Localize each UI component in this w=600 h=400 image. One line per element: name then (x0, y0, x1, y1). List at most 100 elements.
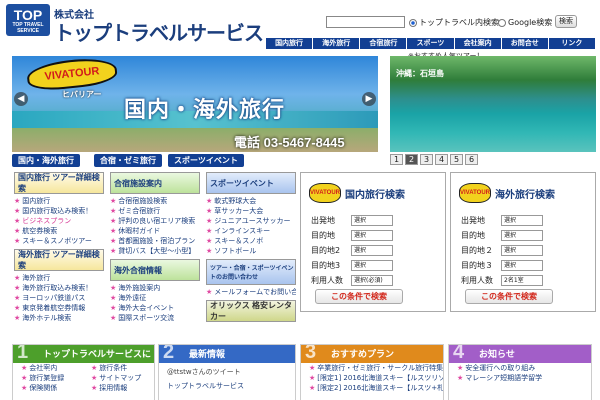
overseas-search-box: VIVATOUR 海外旅行検索 出発地 選択 目的地 選択 目的地２ 選択 目的地３ 選択… (450, 172, 596, 312)
list-item[interactable]: ★ 海外旅行取込み検索！ (14, 283, 104, 293)
list-item[interactable]: ★ 海外旅行 (14, 273, 104, 283)
category-tabs: 国内・海外旅行 合宿・ゼミ旅行 スポーツイベント (12, 154, 244, 167)
nav-links[interactable]: リンク (548, 38, 596, 49)
people-select[interactable]: 選択(必須) (351, 275, 393, 286)
list-item[interactable]: ★ 海外大会イベント (110, 303, 200, 313)
list-item[interactable]: ★ 採用情報 (83, 383, 153, 393)
list-item[interactable]: ★ 旅行条件 (83, 363, 153, 373)
tab-sports[interactable]: スポーツイベント (168, 154, 244, 167)
list-item[interactable]: ★ 首都圏施設・宿泊プラン (110, 236, 200, 246)
list-item[interactable]: ★ ビジネスプラン (14, 216, 104, 226)
search-button[interactable]: 検索 (555, 15, 577, 28)
pager-5[interactable]: 5 (450, 154, 463, 165)
list-item[interactable]: ★ 合宿宿施設検索 (110, 196, 200, 206)
nav-company[interactable]: 会社案内 (454, 38, 502, 49)
side-photo[interactable]: 沖縄：石垣島 (390, 56, 596, 152)
list-item[interactable]: ★ 海外施設案内 (110, 283, 200, 293)
sports-column: スポーツイベント ★ 軟式野球大会 ★ 草サッカー大会 ★ ジュニアユースサッカー ★… (206, 172, 296, 324)
overseas-search-button[interactable]: この条件で検索 (465, 289, 553, 304)
destination2-select[interactable]: 選択 (501, 245, 543, 256)
pager-3[interactable]: 3 (420, 154, 433, 165)
destination-select[interactable]: 選択 (501, 230, 543, 241)
list-item[interactable]: ★ 草サッカー大会 (206, 206, 296, 216)
list-item[interactable]: ★ 安全運行への取り組み (449, 363, 591, 373)
departure-select[interactable]: 選択 (351, 215, 393, 226)
list-item[interactable]: ★ 貸切バス【大型〜小型】 (110, 246, 200, 256)
news-panel: 2 最新情報 @ttstwさんのツイート トップトラベルサービス (158, 344, 296, 400)
recommend-panel-header: 3 おすすめプラン (301, 345, 443, 363)
pager-6[interactable]: 6 (465, 154, 478, 165)
camp-facility-badge[interactable]: 合宿施設案内 (110, 172, 200, 194)
tab-camp[interactable]: 合宿・ゼミ旅行 (94, 154, 162, 167)
list-item[interactable]: ★ マレーシア短期語学留学 (449, 373, 591, 383)
list-item[interactable]: ★ スキー＆スノボ (206, 236, 296, 246)
overseas-camp-badge[interactable]: 海外合宿情報 (110, 259, 200, 281)
hero-banner[interactable]: VIVATOUR ヒバリアー 国内・海外旅行 電話 03-5467-8445 ◀… (12, 56, 378, 152)
brand-title[interactable]: トップトラベルサービス (54, 17, 264, 46)
list-item[interactable]: ★ 卒業旅行・ゼミ旅行・サークル旅行特集 (301, 363, 443, 373)
list-item[interactable]: ★ ゼミ合宿旅行 (110, 206, 200, 216)
tweet-account[interactable]: トップトラベルサービス (159, 381, 295, 391)
list-item[interactable]: ★ ヨーロッパ鉄道パス (14, 293, 104, 303)
destination-select[interactable]: 選択 (351, 230, 393, 241)
list-item[interactable]: ★ 航空券検索 (14, 226, 104, 236)
radio-google-search[interactable]: Google検索 (498, 17, 552, 28)
recommend-panel: 3 おすすめプラン ★ 卒業旅行・ゼミ旅行・サークル旅行特集 ★ [限定1] 2016… (300, 344, 444, 400)
list-item[interactable]: ★ ソフトボール (206, 246, 296, 256)
pager-4[interactable]: 4 (435, 154, 448, 165)
page: TOP TOP TRAVEL SERVICE 株式会社 トップトラベルサービス ト… (0, 0, 600, 400)
vivatour-mini-logo: VIVATOUR (459, 183, 491, 203)
people-select[interactable]: 2名1室 (501, 275, 543, 286)
nav-domestic[interactable]: 国内旅行 (266, 38, 314, 49)
list-item[interactable]: ★ 国内旅行取込み検索！ (14, 206, 104, 216)
pager-1[interactable]: 1 (390, 154, 403, 165)
list-item[interactable]: ★ 軟式野球大会 (206, 196, 296, 206)
list-item[interactable]: ★ 国際スポーツ交流 (110, 313, 200, 323)
next-arrow-icon[interactable]: ▶ (362, 92, 376, 106)
list-item[interactable]: ★ 評判の良い宿エリア検索 (110, 216, 200, 226)
contact-badge[interactable]: ツアー・合宿・スポーツイベントのお問い合わせ (206, 259, 296, 285)
departure-select[interactable]: 選択 (501, 215, 543, 226)
pager-2[interactable]: 2 (405, 154, 418, 165)
tab-travel[interactable]: 国内・海外旅行 (12, 154, 80, 167)
destination3-select[interactable]: 選択 (501, 260, 543, 271)
nav-contact[interactable]: お問合せ (501, 38, 549, 49)
list-item[interactable]: ★ 海外ホテル検索 (14, 313, 104, 323)
list-item[interactable]: ★ サイトマップ (83, 373, 153, 383)
search-input[interactable] (326, 16, 405, 28)
hero-tagline: 国内・海外旅行 (124, 97, 286, 122)
nav-overseas[interactable]: 海外旅行 (313, 38, 361, 49)
global-nav: 国内旅行 海外旅行 合宿旅行 スポーツ 会社案内 お問合せ リンク (266, 38, 596, 49)
nav-sports[interactable]: スポーツ (407, 38, 455, 49)
list-item[interactable]: ★ 保険関係 (13, 383, 83, 393)
list-item[interactable]: ★ インラインスキー (206, 226, 296, 236)
domestic-detail-badge[interactable]: 国内旅行 ツアー詳細検索 (14, 172, 104, 194)
list-item[interactable]: ★ 国内旅行 (14, 196, 104, 206)
slide-pager: 1 2 3 4 5 6 (390, 154, 478, 165)
domestic-search-button[interactable]: この条件で検索 (315, 289, 403, 304)
list-item[interactable]: ★メールフォームでお問い合わせ！ (206, 287, 296, 297)
radio-site-search[interactable]: トップトラベル内検索 (409, 17, 499, 28)
destination2-select[interactable]: 選択 (351, 245, 393, 256)
prev-arrow-icon[interactable]: ◀ (14, 92, 28, 106)
rental-car-badge[interactable]: オリックス 格安レンタカー (206, 300, 296, 322)
list-item[interactable]: ★ ジュニアユースサッカー (206, 216, 296, 226)
list-item[interactable]: ★[限定2] 2016北海道スキー【ルスツ+札幌】 (301, 383, 443, 393)
list-item[interactable]: ★ スキー＆スノボツアー (14, 236, 104, 246)
list-item[interactable]: ★[限定1] 2016北海道スキー【ルスツリゾート学生限定】 (301, 373, 443, 383)
domestic-search-box: VIVATOUR 国内旅行検索 出発地 選択 目的地 選択 目的地2 選択 目的地3 選択… (300, 172, 446, 312)
company-logo[interactable]: TOP TOP TRAVEL SERVICE (6, 4, 50, 36)
tweet-label[interactable]: @ttstwさんのツイート (159, 367, 295, 377)
domestic-search-title: 国内旅行検索 (345, 189, 405, 201)
list-item[interactable]: ★ 休暇村ガイド (110, 226, 200, 236)
list-item[interactable]: ★ 海外遠征 (110, 293, 200, 303)
list-item[interactable]: ★ 東京発着航空券情報 (14, 303, 104, 313)
radio-dot-icon[interactable] (498, 18, 506, 27)
vivatour-logo: VIVATOUR (25, 56, 119, 93)
sports-event-badge[interactable]: スポーツイベント (206, 172, 296, 194)
destination3-select[interactable]: 選択 (351, 260, 393, 271)
overseas-detail-badge[interactable]: 海外旅行 ツアー詳細検索 (14, 249, 104, 271)
radio-dot-icon[interactable] (409, 18, 417, 27)
nav-camp[interactable]: 合宿旅行 (360, 38, 408, 49)
photo-caption: 沖縄：石垣島 (396, 69, 444, 78)
